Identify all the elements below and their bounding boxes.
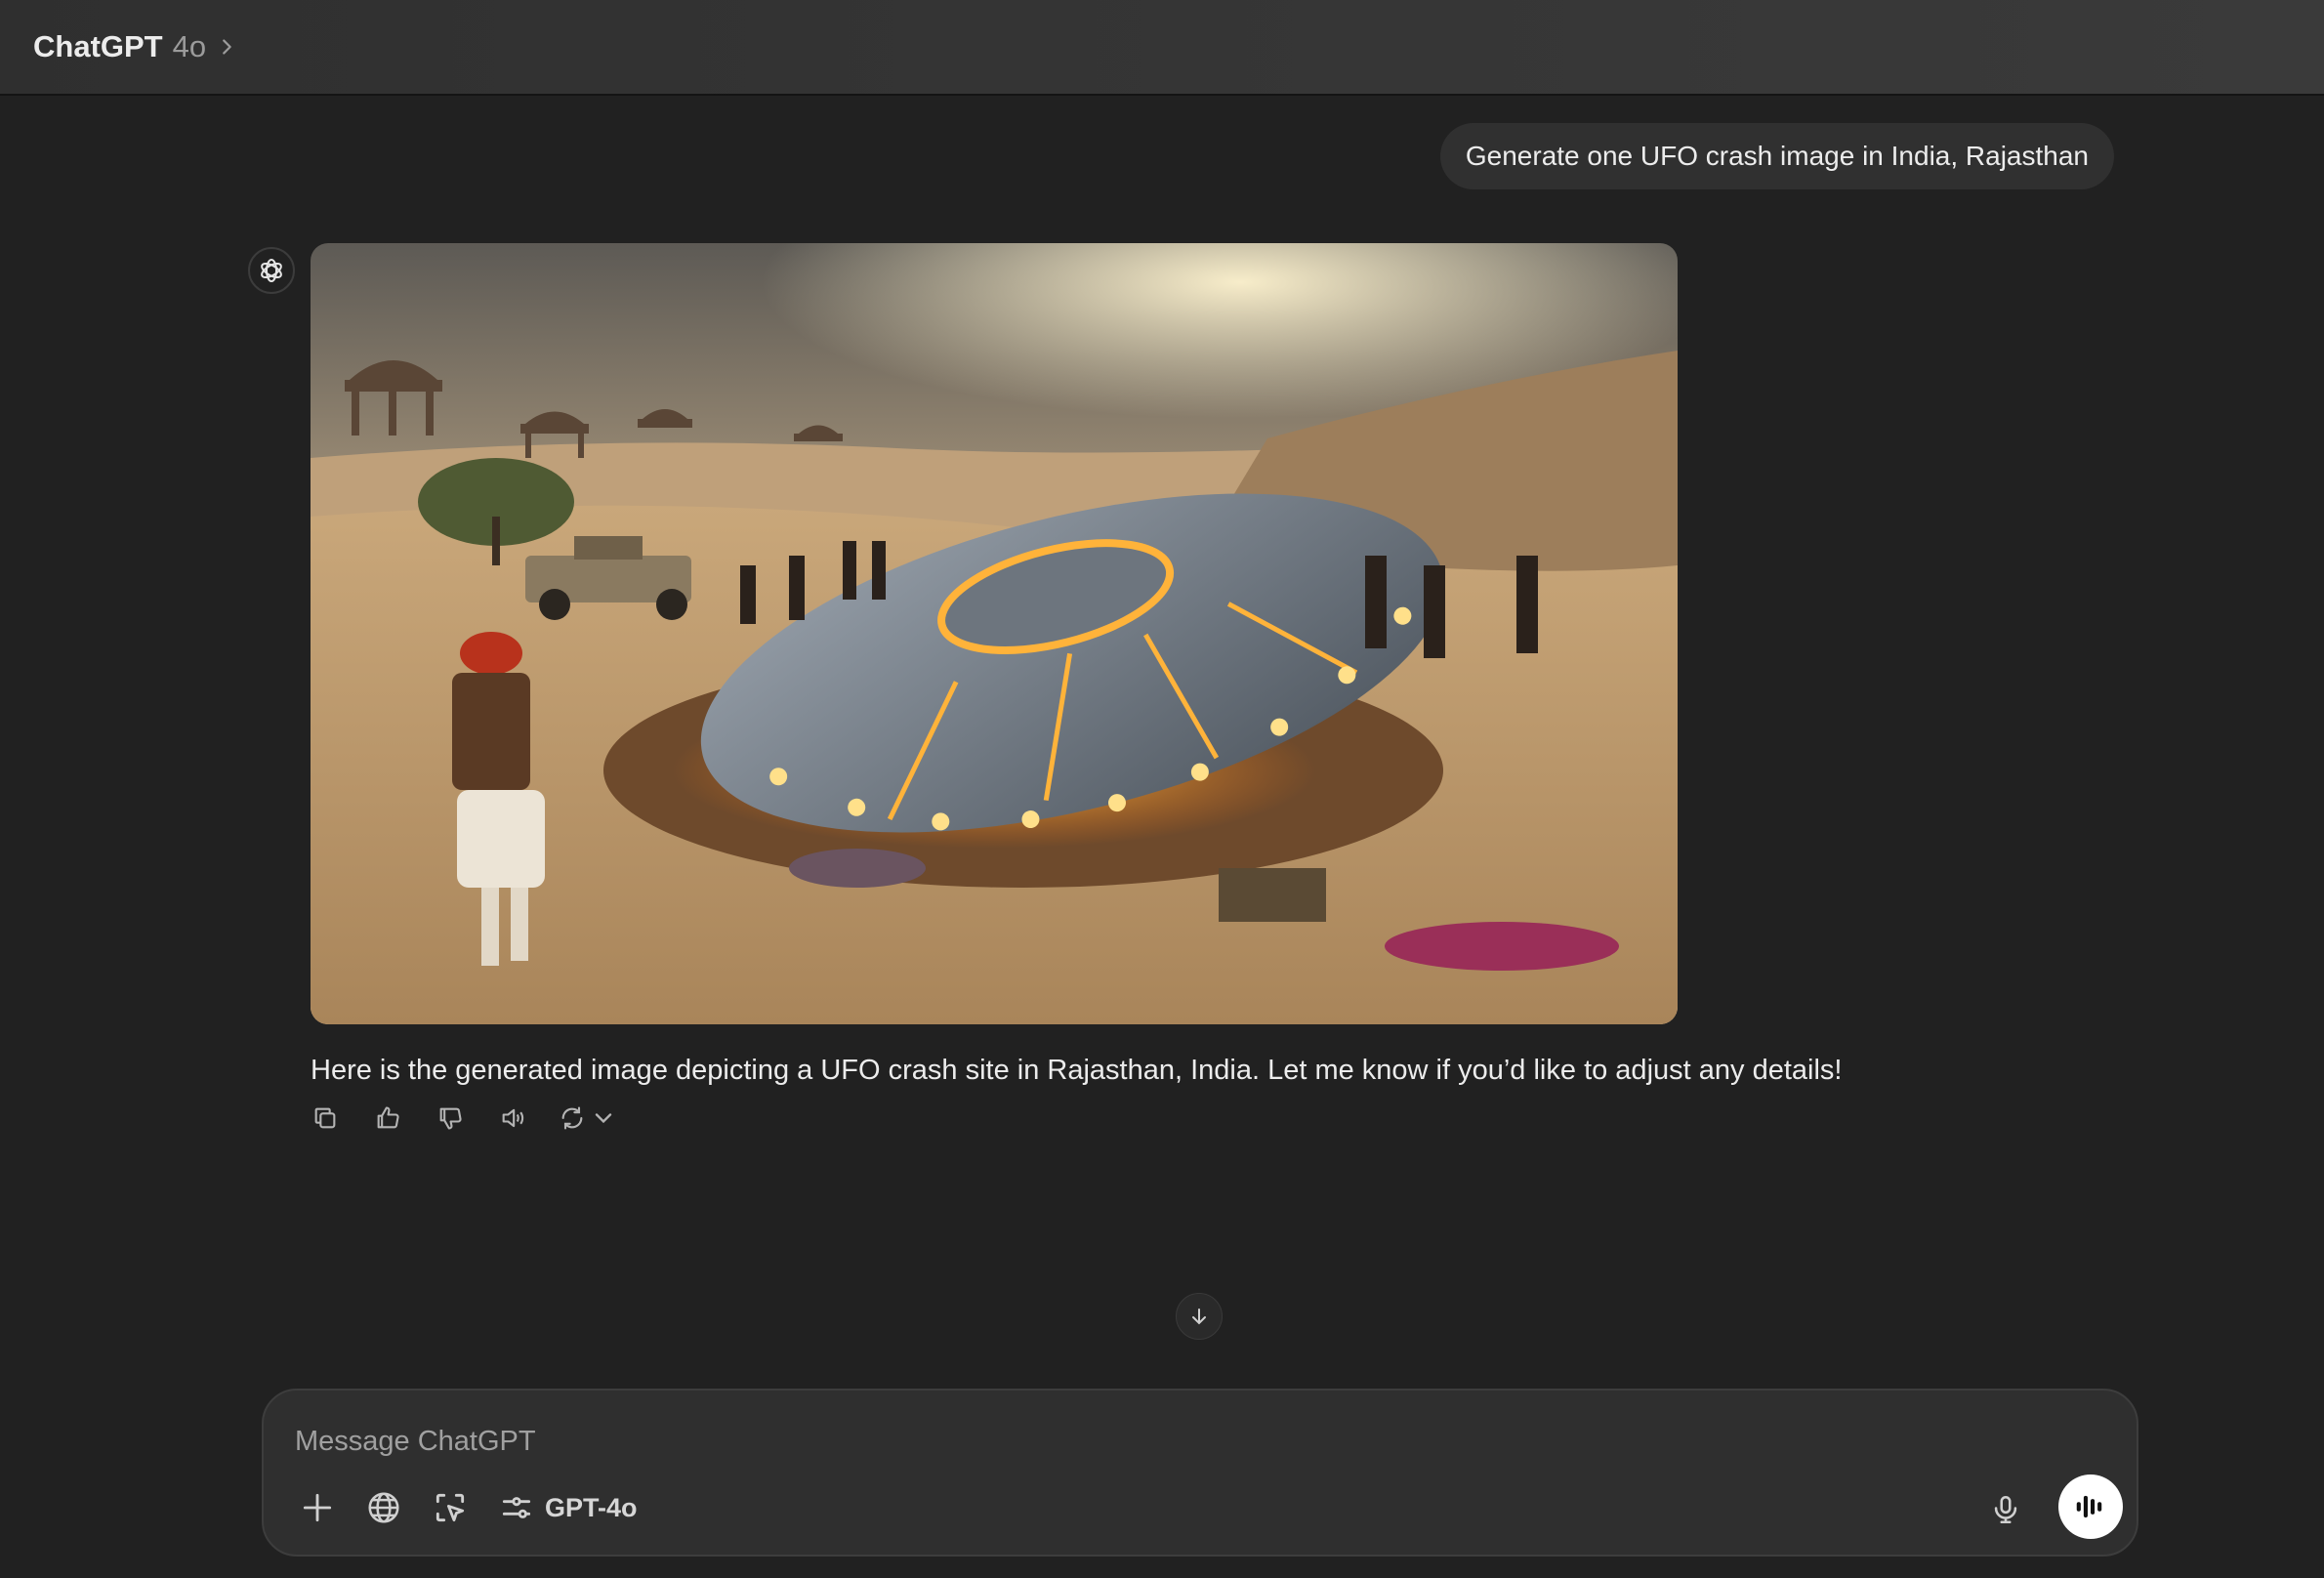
thumbs-up-button[interactable] [371,1101,404,1135]
attach-button[interactable] [299,1486,336,1529]
app-name: ChatGPT [33,29,163,63]
message-input[interactable] [293,1420,2109,1463]
read-aloud-icon [502,1108,524,1128]
generated-image[interactable] [311,243,1678,1024]
select-area-button[interactable] [432,1486,469,1529]
user-message-text: Generate one UFO crash image in India, R… [1465,141,2089,171]
assistant-avatar [248,247,295,294]
thumbs-down-button[interactable] [434,1101,467,1135]
read-aloud-button[interactable] [496,1101,529,1135]
select-icon [436,1493,465,1522]
chevron-down-icon [595,1113,612,1124]
message-composer: GPT-4o [262,1389,2138,1557]
thumbs-down-icon [439,1107,462,1130]
voice-mode-button[interactable] [2058,1474,2123,1539]
microphone-icon [1994,1495,2017,1524]
openai-logo-icon [261,259,282,282]
search-web-button[interactable] [365,1486,402,1529]
regenerate-button[interactable] [559,1101,617,1135]
user-message-bubble: Generate one UFO crash image in India, R… [1439,123,2114,189]
tools-icon [502,1497,531,1518]
dictate-button[interactable] [1984,1488,2027,1531]
scroll-to-bottom-button[interactable] [1176,1293,1223,1340]
composer-tools: GPT-4o [299,1486,638,1529]
copy-icon [314,1107,336,1129]
globe-icon [368,1492,399,1523]
message-actions [309,1101,617,1135]
model-name: 4o [172,29,207,63]
copy-button[interactable] [309,1101,342,1135]
model-picker-label: GPT-4o [545,1492,638,1522]
chevron-right-icon [223,39,231,55]
top-bar: ChatGPT 4o [0,0,2324,96]
regenerate-icon [561,1106,583,1130]
assistant-message-text: Here is the generated image depicting a … [311,1055,1843,1086]
thumbs-up-icon [377,1106,399,1129]
ufo-crash-illustration [311,243,1678,1024]
plus-icon [303,1493,332,1522]
voice-waveform-icon [2076,1495,2102,1518]
arrow-down-icon [1192,1308,1206,1325]
model-picker-button[interactable]: GPT-4o [498,1486,638,1529]
model-selector[interactable]: ChatGPT 4o [33,29,237,64]
